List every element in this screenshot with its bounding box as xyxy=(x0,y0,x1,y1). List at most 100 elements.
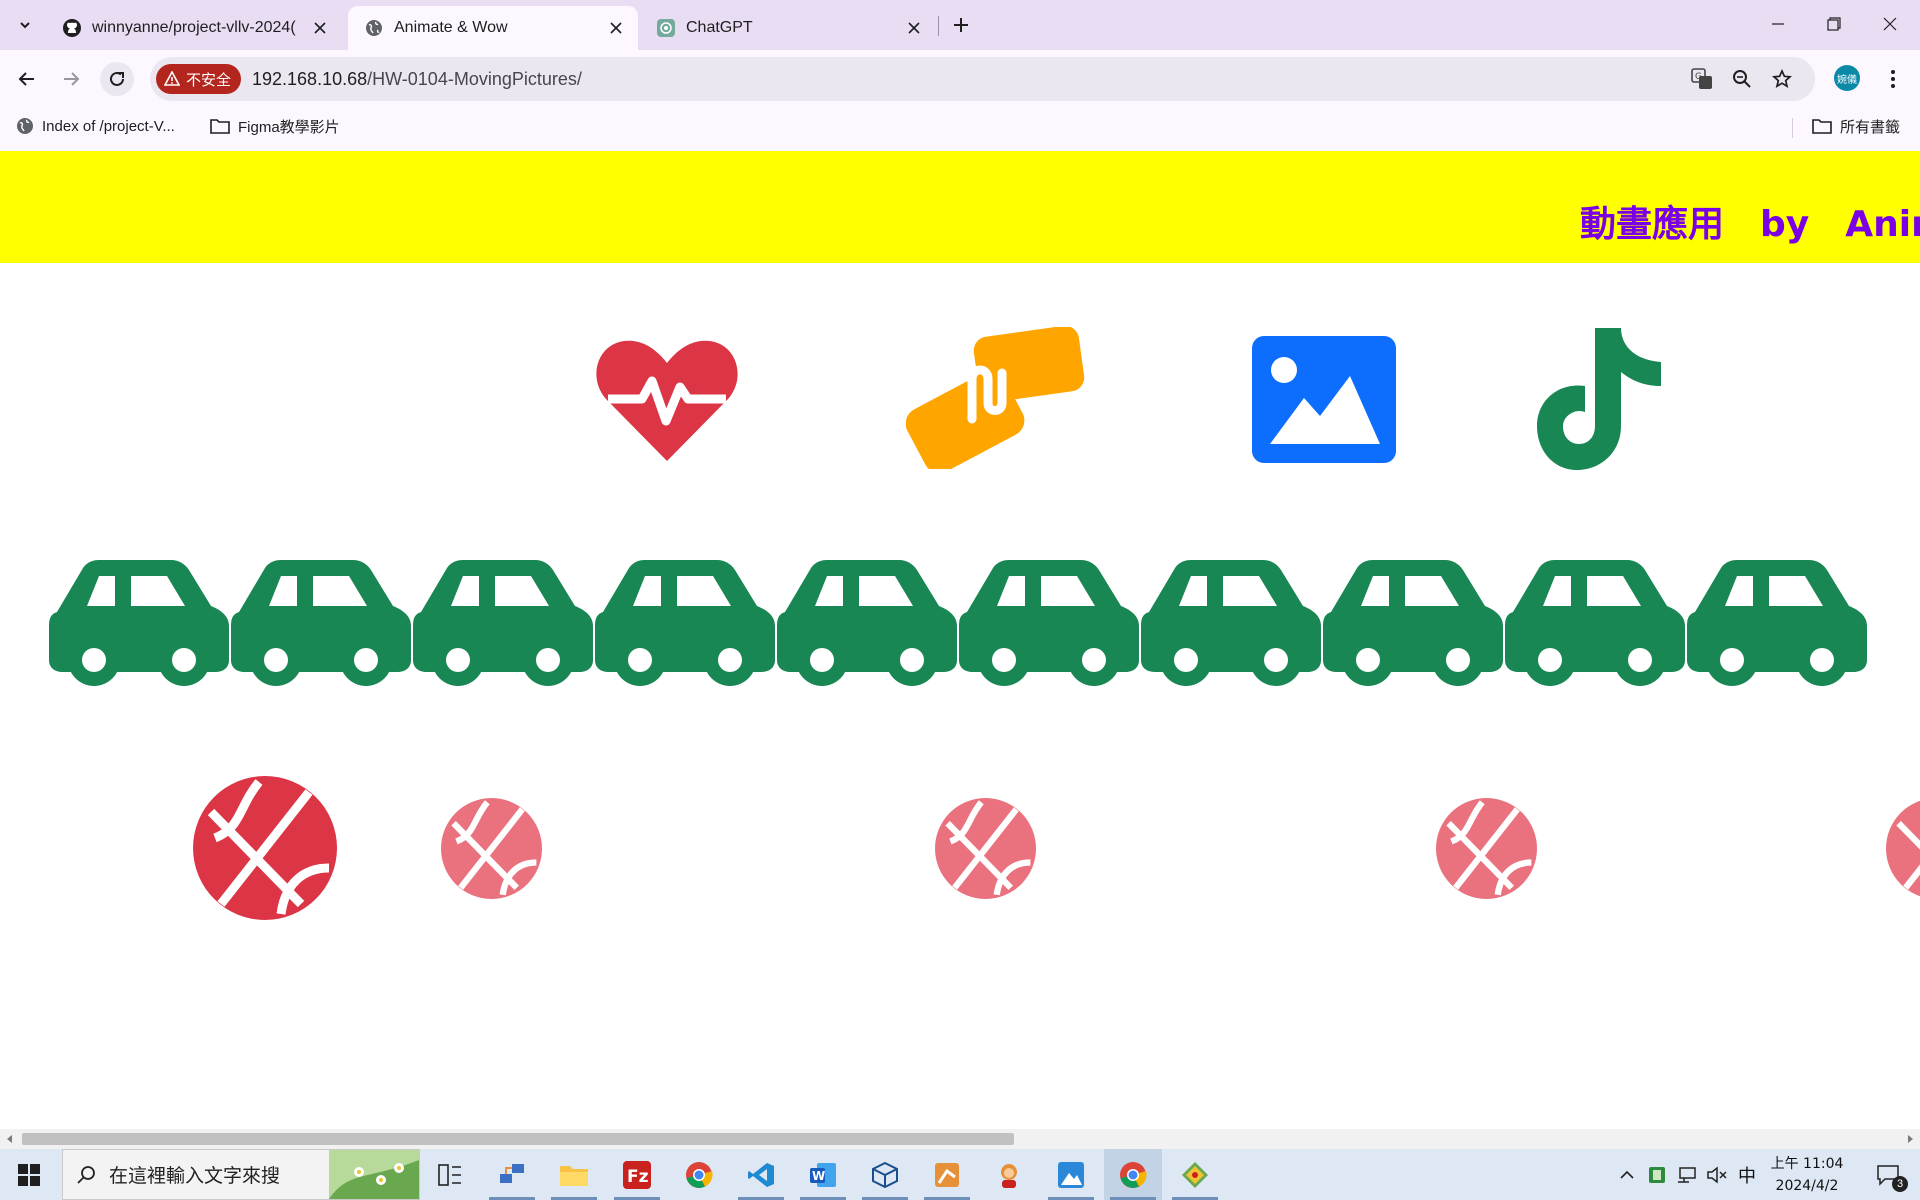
close-tab-icon[interactable] xyxy=(306,14,334,42)
car-icon xyxy=(231,560,411,686)
address-bar[interactable]: 不安全 192.168.10.68/HW-0104-MovingPictures… xyxy=(150,57,1815,101)
heart-pulse-icon xyxy=(596,340,738,461)
zoom-button[interactable] xyxy=(1728,65,1756,93)
basketball-faded-icon xyxy=(1886,800,1920,897)
taskbar-vscode[interactable] xyxy=(732,1149,790,1200)
taskbar-file-explorer[interactable] xyxy=(545,1149,603,1200)
security-chip[interactable]: 不安全 xyxy=(156,64,242,94)
car-icon xyxy=(595,560,775,686)
folder-icon xyxy=(210,119,230,134)
windows-taskbar: 在這裡輸入文字來搜 Fz W 中 上午 11:04 2024/4/2 3 xyxy=(0,1149,1920,1200)
chevron-down-icon xyxy=(20,22,30,29)
back-arrow-icon xyxy=(18,72,34,86)
taskbar-search-box[interactable]: 在這裡輸入文字來搜 xyxy=(62,1149,420,1200)
star-icon xyxy=(1772,69,1792,88)
task-view-button[interactable] xyxy=(421,1149,479,1200)
ime-indicator[interactable]: 中 xyxy=(1734,1149,1760,1200)
bookmarks-divider xyxy=(1792,118,1793,138)
car-icon xyxy=(1323,560,1503,686)
marquee-part2: by xyxy=(1760,204,1810,245)
vscode-icon xyxy=(748,1162,774,1187)
forward-button[interactable] xyxy=(54,62,88,96)
search-highlight-flowers-icon xyxy=(329,1150,419,1199)
scroll-left-arrow-icon[interactable] xyxy=(4,1133,16,1145)
character-icon xyxy=(1001,1163,1017,1188)
tray-overflow-button[interactable] xyxy=(1614,1149,1640,1200)
taskbar-clock[interactable]: 上午 11:04 2024/4/2 xyxy=(1760,1153,1854,1197)
tab-animate-wow[interactable]: Animate & Wow xyxy=(348,6,638,50)
diamond-icon xyxy=(1182,1161,1208,1188)
task-view-icon xyxy=(438,1163,461,1186)
basketball-faded-icon xyxy=(935,798,1036,899)
restore-button[interactable] xyxy=(1806,0,1862,48)
chatgpt-icon xyxy=(656,18,676,38)
warning-icon xyxy=(164,71,180,86)
taskbar-filezilla[interactable]: Fz xyxy=(608,1149,666,1200)
search-placeholder: 在這裡輸入文字來搜 xyxy=(109,1165,281,1187)
bookmark-label: Index of /project-V... xyxy=(42,117,175,135)
marquee-part1: 動畫應用 xyxy=(1580,204,1725,245)
clock-date: 2024/4/2 xyxy=(1775,1178,1839,1194)
search-icon xyxy=(77,1165,95,1184)
taskbar-word[interactable]: W xyxy=(794,1149,852,1200)
bookmark-index[interactable]: Index of /project-V... xyxy=(16,108,175,144)
minimize-button[interactable] xyxy=(1750,0,1806,48)
tray-volume-icon[interactable] xyxy=(1704,1149,1730,1200)
tab-github[interactable]: winnyanne/project-vllv-2024( xyxy=(46,6,342,50)
car-icon xyxy=(1505,560,1685,686)
taskbar-git-app[interactable] xyxy=(1166,1149,1224,1200)
bookmark-figma-folder[interactable]: Figma教學影片 xyxy=(210,108,340,144)
minimize-icon xyxy=(1772,23,1784,25)
browser-toolbar: 不安全 192.168.10.68/HW-0104-MovingPictures… xyxy=(0,50,1920,108)
globe-icon xyxy=(17,118,33,134)
taskbar-network-app[interactable] xyxy=(483,1149,541,1200)
taskbar-tools-app[interactable] xyxy=(918,1149,976,1200)
folder-icon xyxy=(560,1165,588,1186)
car-icon xyxy=(413,560,593,686)
bookmarks-bar: Index of /project-V... Figma教學影片 所有書籤 xyxy=(0,108,1920,152)
filezilla-icon: Fz xyxy=(623,1160,651,1189)
car-icon xyxy=(49,560,229,686)
marquee-banner: 動畫應用 by Animat xyxy=(0,151,1920,263)
globe-icon xyxy=(364,18,384,38)
tray-network-icon[interactable] xyxy=(1674,1149,1700,1200)
car-icon xyxy=(1141,560,1321,686)
car-icon xyxy=(777,560,957,686)
reload-button[interactable] xyxy=(100,62,134,96)
taskbar-chrome[interactable] xyxy=(670,1149,728,1200)
tray-app-icon[interactable] xyxy=(1644,1149,1670,1200)
profile-avatar[interactable]: 婉儀 xyxy=(1834,65,1860,91)
close-tab-icon[interactable] xyxy=(900,14,928,42)
bookmark-star-button[interactable] xyxy=(1768,65,1796,93)
marquee-part3: Animat xyxy=(1845,204,1920,245)
translate-icon: G xyxy=(1691,68,1712,89)
new-tab-button[interactable] xyxy=(946,10,976,40)
all-bookmarks-button[interactable]: 所有書籤 xyxy=(1812,108,1900,144)
start-button[interactable] xyxy=(0,1149,58,1200)
back-button[interactable] xyxy=(10,62,44,96)
url-path: /HW-0104-MovingPictures/ xyxy=(367,69,582,89)
chrome-icon xyxy=(686,1161,713,1188)
scroll-right-arrow-icon[interactable] xyxy=(1904,1133,1916,1145)
url-text[interactable]: 192.168.10.68/HW-0104-MovingPictures/ xyxy=(252,57,582,101)
horizontal-scrollbar[interactable] xyxy=(0,1129,1920,1149)
translate-button[interactable]: G xyxy=(1688,65,1716,93)
close-tab-icon[interactable] xyxy=(602,14,630,42)
notification-center-button[interactable]: 3 xyxy=(1864,1149,1912,1200)
zoom-icon xyxy=(1733,70,1751,88)
tab-chatgpt[interactable]: ChatGPT xyxy=(640,6,936,50)
tab-title: Animate & Wow xyxy=(394,19,508,36)
close-window-button[interactable] xyxy=(1862,0,1918,48)
taskbar-chrome-profile[interactable] xyxy=(1104,1149,1162,1200)
taskbar-virtualbox[interactable] xyxy=(856,1149,914,1200)
reload-icon xyxy=(110,71,124,86)
forward-arrow-icon xyxy=(64,72,80,86)
taskbar-photos-app[interactable] xyxy=(1042,1149,1100,1200)
scrollbar-thumb[interactable] xyxy=(22,1133,1014,1145)
taskbar-avatar-app[interactable] xyxy=(980,1149,1038,1200)
github-icon xyxy=(62,18,82,38)
tab-search-button[interactable] xyxy=(10,10,40,40)
tiktok-icon xyxy=(1537,328,1661,470)
menu-button[interactable] xyxy=(1876,62,1910,96)
bookmark-label: Figma教學影片 xyxy=(238,118,340,136)
